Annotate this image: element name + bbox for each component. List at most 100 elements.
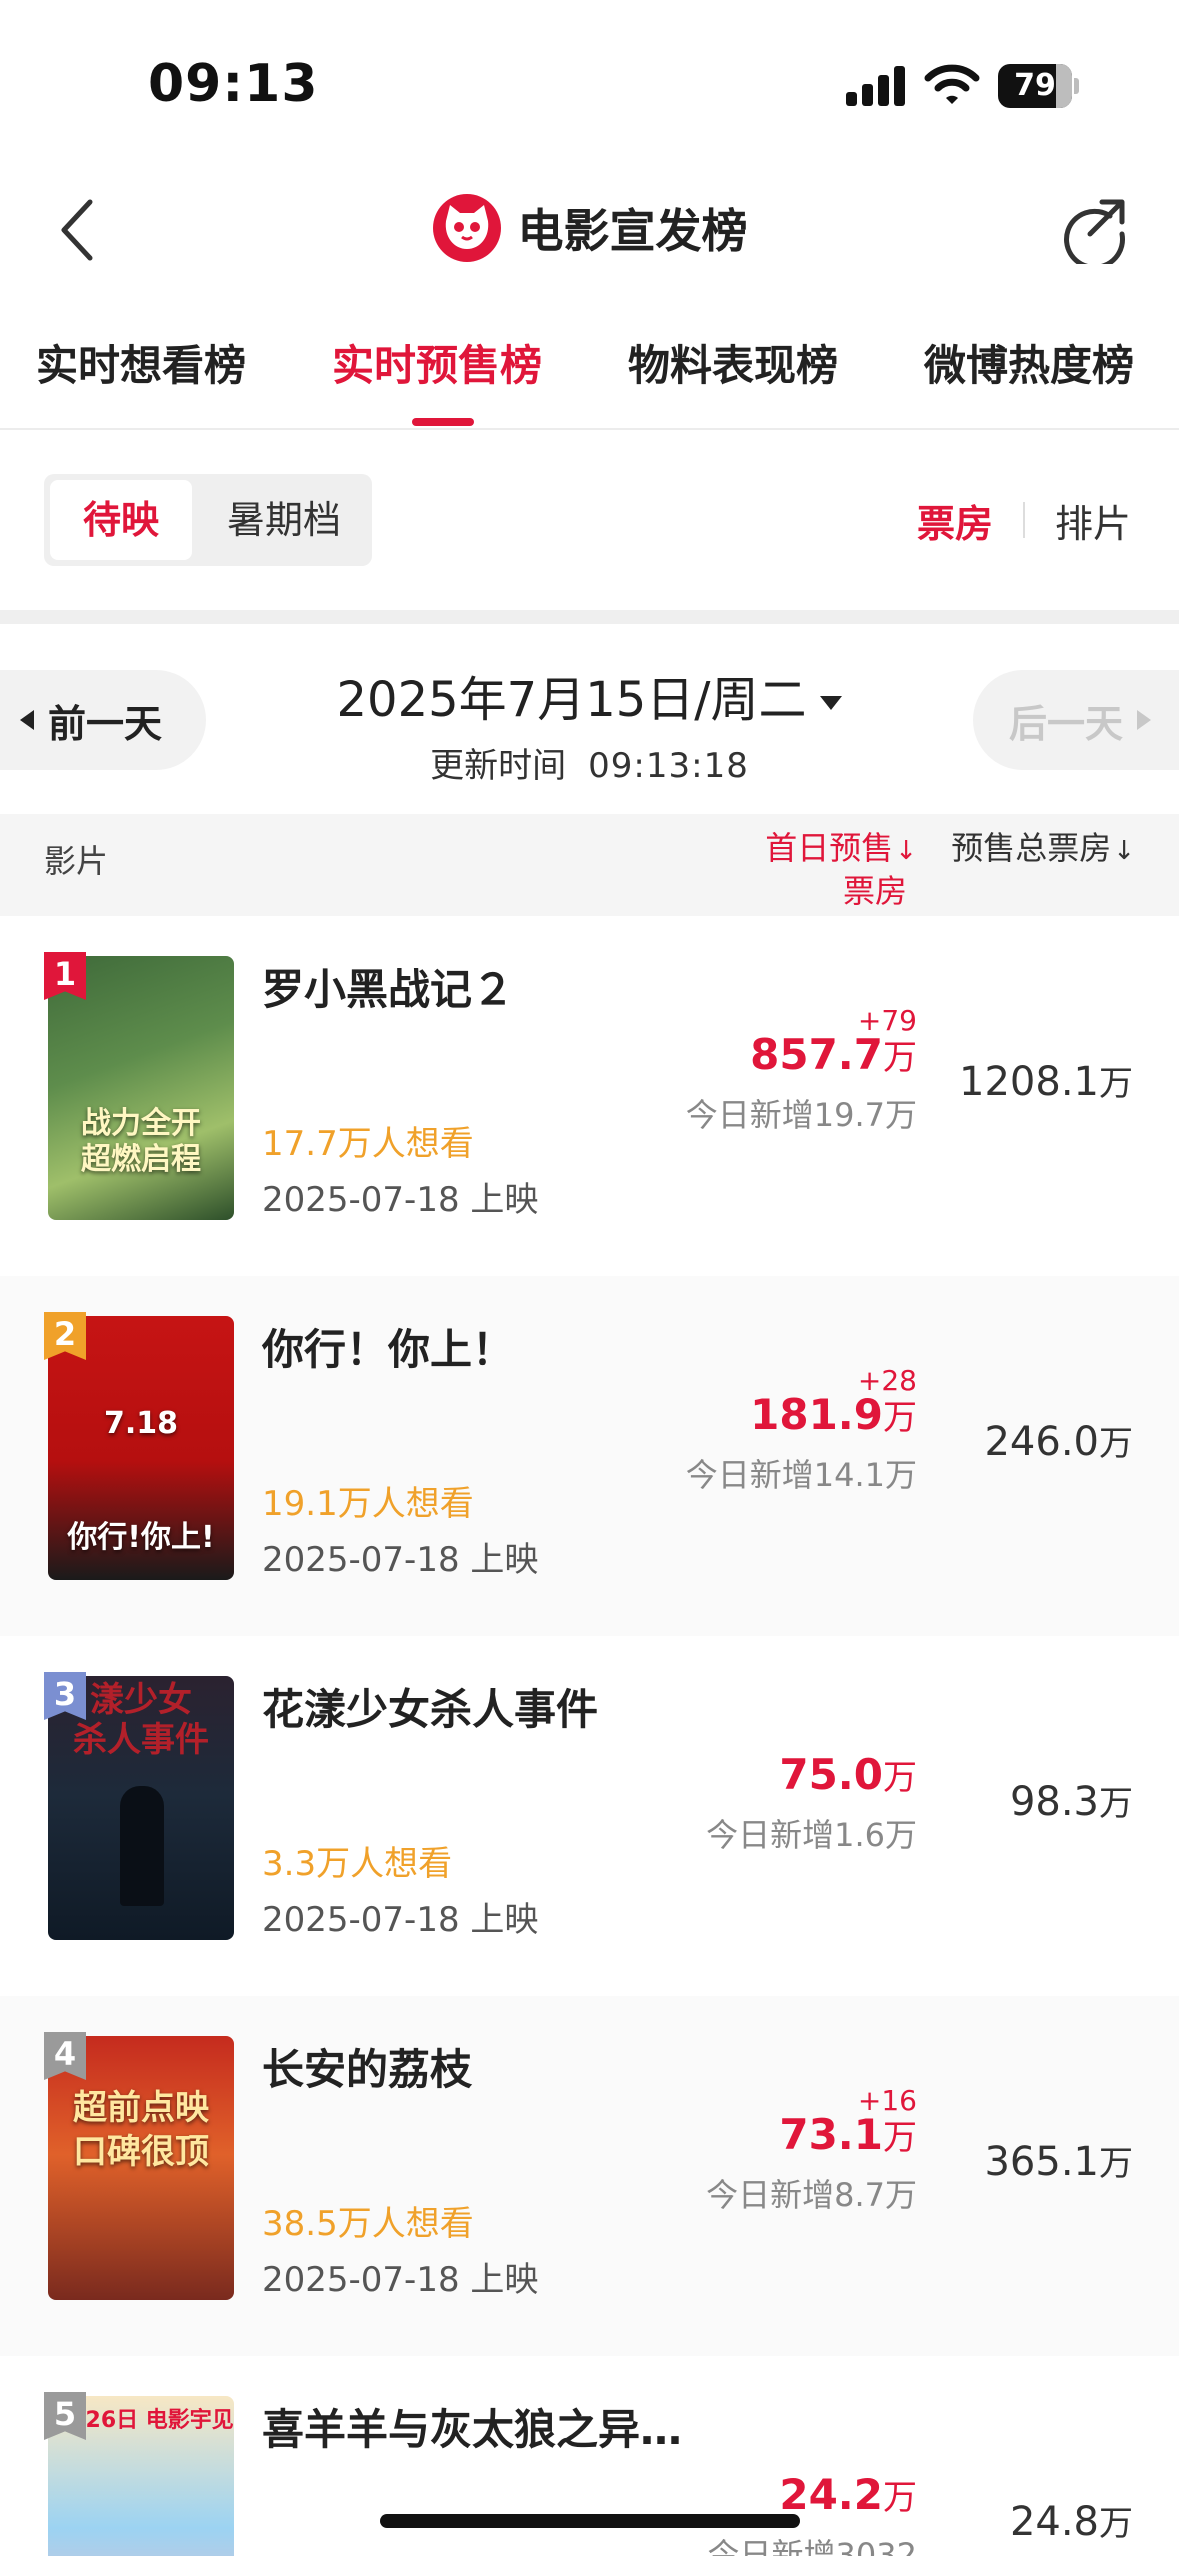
total-value: 246.0 bbox=[984, 1419, 1099, 1465]
next-day-button[interactable]: 后一天 bbox=[973, 670, 1179, 770]
ranking-tabs: 实时想看榜 实时预售榜 物料表现榜 微博热度榜 bbox=[0, 300, 1179, 430]
unit-label: 万 bbox=[883, 1758, 917, 1798]
unit-label: 万 bbox=[883, 2118, 917, 2158]
unit-label: 万 bbox=[1099, 1784, 1133, 1824]
movie-title: 你行！你上！ bbox=[262, 1325, 515, 1374]
poster-text-date: 7.18 bbox=[103, 1406, 179, 1441]
want-count: 19.1万人想看 bbox=[262, 1484, 474, 1524]
date-label: 2025年7月15日/周二 bbox=[336, 672, 807, 728]
movie-row[interactable]: 超前点映 口碑很顶 4 长安的荔枝 38.5万人想看 2025-07-18 上映… bbox=[0, 1996, 1179, 2356]
first-day-presale: 24.2万 bbox=[779, 2470, 917, 2519]
first-day-value: 73.1 bbox=[779, 2110, 883, 2159]
today-added: 今日新增19.7万 bbox=[685, 1096, 917, 1134]
nav-title-group: 电影宣发榜 bbox=[0, 188, 1179, 268]
release-date: 2025-07-18 上映 bbox=[262, 2260, 539, 2300]
total-value: 1208.1 bbox=[959, 1059, 1099, 1105]
caret-right-icon bbox=[1137, 710, 1152, 730]
total-presale: 246.0万 bbox=[984, 1416, 1133, 1465]
segment-control: 待映 暑期档 bbox=[44, 474, 372, 566]
total-presale: 24.8万 bbox=[1010, 2496, 1133, 2545]
segment-summer[interactable]: 暑期档 bbox=[202, 480, 366, 560]
total-value: 98.3 bbox=[1009, 1779, 1099, 1825]
unit-label: 万 bbox=[1099, 1424, 1133, 1464]
tab-weibo[interactable]: 微博热度榜 bbox=[924, 332, 1134, 393]
active-tab-indicator bbox=[412, 418, 474, 426]
movie-row[interactable]: 战力全开 超燃启程 1 罗小黑战记２ 17.7万人想看 2025-07-18 上… bbox=[0, 916, 1179, 1276]
movie-title: 喜羊羊与灰太狼之异… bbox=[262, 2405, 683, 2454]
total-presale: 1208.1万 bbox=[959, 1056, 1133, 1105]
page-title: 电影宣发榜 bbox=[517, 204, 748, 258]
maoyan-cat-logo-icon bbox=[432, 194, 501, 262]
metric-box-office[interactable]: 票房 bbox=[917, 493, 993, 548]
next-day-label: 后一天 bbox=[1009, 701, 1124, 746]
total-presale: 98.3万 bbox=[1010, 1776, 1133, 1825]
poster-figure bbox=[120, 1786, 164, 1906]
unit-label: 万 bbox=[883, 2478, 917, 2518]
section-divider bbox=[0, 610, 1179, 624]
home-indicator[interactable] bbox=[380, 2514, 800, 2528]
first-day-value: 857.7 bbox=[750, 1030, 883, 1079]
release-date: 2025-07-18 上映 bbox=[262, 1540, 539, 1580]
metric-toggle: 票房 排片 bbox=[917, 490, 1131, 550]
want-count: 38.5万人想看 bbox=[262, 2204, 474, 2244]
column-first-day-label: 首日预售 bbox=[765, 829, 894, 867]
movie-title: 长安的荔枝 bbox=[262, 2045, 473, 2094]
tab-material[interactable]: 物料表现榜 bbox=[628, 332, 838, 393]
movie-title: 罗小黑战记２ bbox=[262, 965, 515, 1014]
update-time-value: 09:13:18 bbox=[588, 746, 749, 786]
metric-schedule[interactable]: 排片 bbox=[1055, 493, 1131, 548]
unit-label: 万 bbox=[883, 1038, 917, 1078]
total-value: 24.8 bbox=[1009, 2499, 1099, 2545]
column-film: 影片 bbox=[44, 842, 109, 880]
column-total-label: 预售总票房 bbox=[951, 829, 1112, 867]
column-total-presale[interactable]: 预售总票房↓ bbox=[951, 828, 1135, 871]
unit-label: 万 bbox=[1099, 2504, 1133, 2544]
total-presale: 365.1万 bbox=[984, 2136, 1133, 2185]
date-navigator: 前一天 2025年7月15日/周二 更新时间 09:13:18 后一天 bbox=[0, 624, 1179, 814]
today-added: 今日新增1.6万 bbox=[706, 1816, 917, 1854]
tab-want-to-see[interactable]: 实时想看榜 bbox=[36, 332, 246, 393]
first-day-presale: 857.7万 bbox=[750, 1030, 917, 1079]
sort-arrow-icon: ↓ bbox=[895, 836, 917, 866]
unit-label: 万 bbox=[883, 1398, 917, 1438]
metric-divider bbox=[1022, 502, 1025, 538]
share-icon[interactable] bbox=[1060, 194, 1130, 264]
release-date: 2025-07-18 上映 bbox=[262, 1900, 539, 1940]
tab-presale[interactable]: 实时预售榜 bbox=[332, 332, 542, 393]
today-added: 今日新增14.1万 bbox=[685, 1456, 917, 1494]
total-value: 365.1 bbox=[984, 2139, 1099, 2185]
first-day-value: 24.2 bbox=[779, 2470, 883, 2519]
poster-text: 战力全开 超燃启程 bbox=[81, 1106, 201, 1177]
status-time: 09:13 bbox=[148, 54, 319, 114]
today-added: 今日新增8.7万 bbox=[706, 2176, 917, 2214]
movie-title: 花漾少女杀人事件 bbox=[262, 1685, 599, 1734]
table-header: 影片 首日预售↓ 票房 预售总票房↓ bbox=[0, 814, 1179, 916]
battery-icon: 79 bbox=[998, 64, 1079, 108]
column-first-day-presale[interactable]: 首日预售↓ 票房 bbox=[765, 828, 917, 911]
movie-list: 战力全开 超燃启程 1 罗小黑战记２ 17.7万人想看 2025-07-18 上… bbox=[0, 916, 1179, 2556]
wifi-icon bbox=[924, 64, 980, 104]
sort-arrow-icon: ↓ bbox=[1113, 836, 1135, 866]
unit-label: 万 bbox=[1099, 1064, 1133, 1104]
first-day-presale: 73.1万 bbox=[779, 2110, 917, 2159]
poster-text: 你行!你上! bbox=[67, 1520, 215, 1555]
caret-down-icon bbox=[820, 696, 843, 710]
movie-row[interactable]: 漾少女 杀人事件 3 花漾少女杀人事件 3.3万人想看 2025-07-18 上… bbox=[0, 1636, 1179, 1996]
first-day-value: 75.0 bbox=[779, 1750, 883, 1799]
today-added: 今日新增3032 bbox=[707, 2536, 917, 2556]
want-count: 17.7万人想看 bbox=[262, 1124, 474, 1164]
status-bar: 09:13 79 bbox=[0, 0, 1179, 160]
release-date: 2025-07-18 上映 bbox=[262, 1180, 539, 1220]
movie-row[interactable]: 7.18 你行!你上! 2 你行！你上！ 19.1万人想看 2025-07-18… bbox=[0, 1276, 1179, 1636]
segment-upcoming[interactable]: 待映 bbox=[50, 480, 192, 560]
nav-header: 电影宣发榜 bbox=[0, 160, 1179, 300]
battery-level: 79 bbox=[1014, 68, 1056, 103]
want-count: 3.3万人想看 bbox=[262, 1844, 453, 1884]
first-day-presale: 75.0万 bbox=[779, 1750, 917, 1799]
cellular-signal-icon bbox=[846, 66, 906, 106]
first-day-value: 181.9 bbox=[750, 1390, 883, 1439]
filter-row: 待映 暑期档 票房 排片 bbox=[0, 430, 1179, 610]
first-day-presale: 181.9万 bbox=[750, 1390, 917, 1439]
column-first-day-label-2: 票房 bbox=[842, 872, 907, 910]
update-label: 更新时间 bbox=[430, 746, 567, 786]
